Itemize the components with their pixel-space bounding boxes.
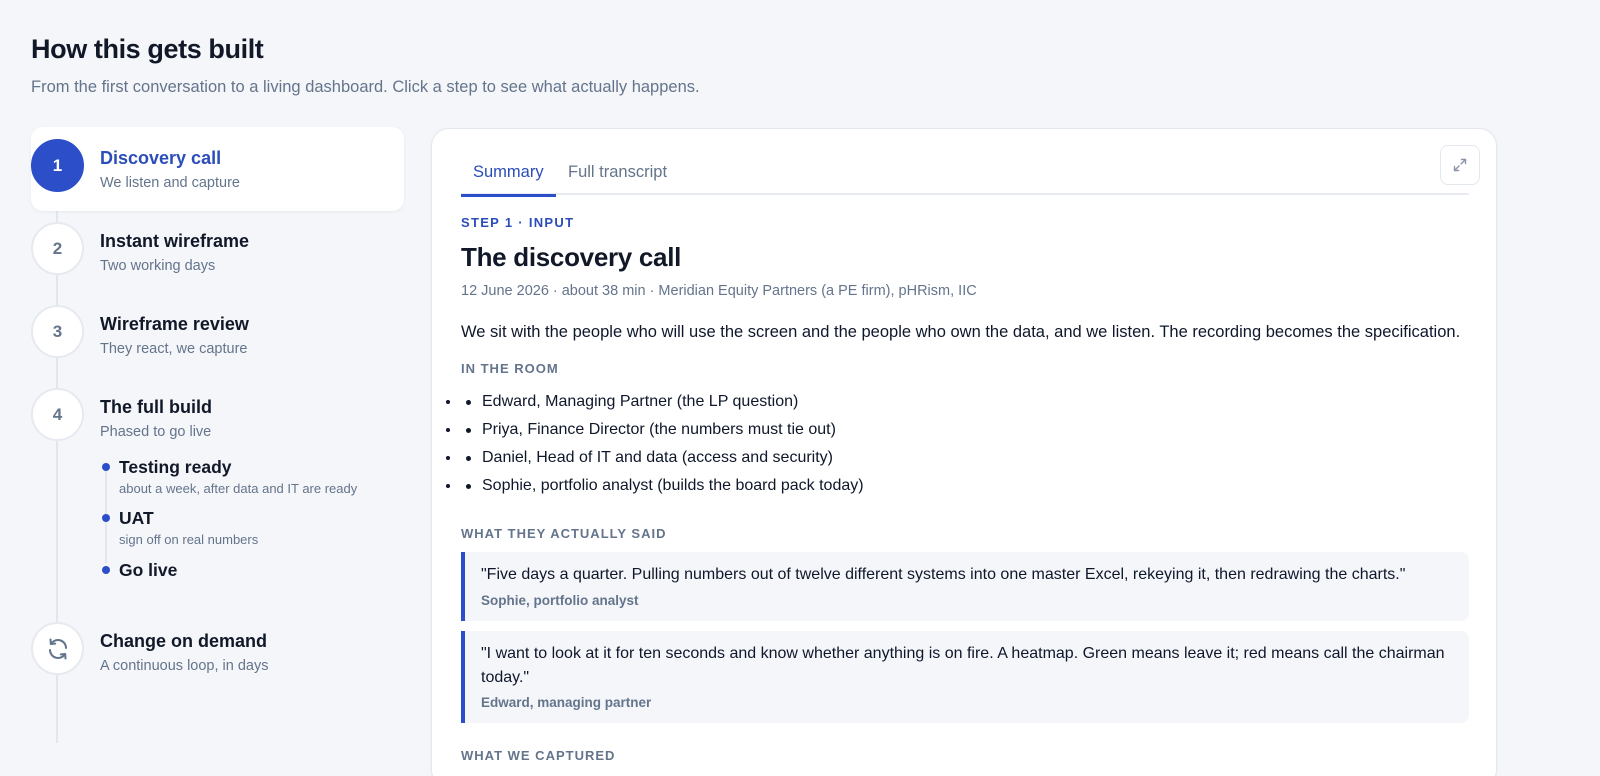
list-item: Daniel, Head of IT and data (access and … bbox=[461, 444, 1361, 472]
meeting-participants: Meridian Equity Partners (a PE firm), pH… bbox=[658, 283, 977, 299]
page: How this gets built From the first conve… bbox=[0, 0, 1600, 776]
step-detail-panel: Summary Full transcript STEP 1 · INPUT T… bbox=[431, 128, 1497, 776]
substep-dot bbox=[102, 463, 110, 471]
tab-full-transcript[interactable]: Full transcript bbox=[556, 163, 679, 195]
substep-title: UAT bbox=[119, 508, 154, 528]
step-title: Instant wireframe bbox=[100, 231, 250, 251]
tab-summary[interactable]: Summary bbox=[461, 163, 556, 197]
step-number: 2 bbox=[31, 222, 84, 275]
step-title: Discovery call bbox=[100, 148, 222, 168]
quote-card: "I want to look at it for ten seconds an… bbox=[461, 631, 1469, 723]
step-title: Change on demand bbox=[100, 631, 268, 651]
step-wireframe-review[interactable]: 3 Wireframe review They react, we captur… bbox=[31, 293, 404, 377]
step-number: 4 bbox=[31, 388, 84, 441]
step-description: Phased to go live bbox=[100, 424, 212, 440]
step-eyebrow: STEP 1 · INPUT bbox=[461, 215, 575, 230]
in-the-room-label: IN THE ROOM bbox=[461, 361, 559, 376]
step-number: 1 bbox=[31, 139, 84, 192]
detail-lead: We sit with the people who will use the … bbox=[461, 323, 1461, 341]
quote-card: "Five days a quarter. Pulling numbers ou… bbox=[461, 552, 1469, 621]
substep-dot bbox=[102, 566, 110, 574]
attendee-list: Edward, Managing Partner (the LP questio… bbox=[461, 388, 1361, 500]
captured-label: WHAT WE CAPTURED bbox=[461, 748, 616, 763]
meeting-meta: 12 June 2026 · about 38 min · Meridian Equit… bbox=[461, 283, 977, 299]
step-change-on-demand[interactable]: Change on demand A continuous loop, in d… bbox=[31, 610, 404, 694]
substep-dot bbox=[102, 514, 110, 522]
step-discovery-call[interactable]: 1 Discovery call We listen and capture bbox=[31, 127, 404, 211]
list-item: Priya, Finance Director (the numbers mus… bbox=[461, 416, 1361, 444]
step-description: Two working days bbox=[100, 258, 216, 274]
substep-title: Testing ready bbox=[119, 457, 232, 477]
full-build-substeps: Testing ready about a week, after data a… bbox=[100, 457, 400, 587]
step-instant-wireframe[interactable]: 2 Instant wireframe Two working days bbox=[31, 210, 404, 294]
page-subtitle: From the first conversation to a living … bbox=[31, 78, 700, 96]
step-number: 3 bbox=[31, 305, 84, 358]
meeting-duration: about 38 min bbox=[561, 283, 646, 299]
process-stepper: 1 Discovery call We listen and capture 2… bbox=[31, 127, 404, 743]
substep-title: Go live bbox=[119, 560, 178, 580]
detail-tabs: Summary Full transcript bbox=[461, 153, 1469, 197]
step-full-build[interactable]: 4 The full build Phased to go live bbox=[31, 376, 404, 460]
meeting-date: 12 June 2026 bbox=[461, 283, 549, 299]
substep-description: about a week, after data and IT are read… bbox=[119, 481, 358, 496]
quote-text: "I want to look at it for ten seconds an… bbox=[481, 645, 1445, 686]
substep-description: sign off on real numbers bbox=[119, 532, 259, 547]
step-description: They react, we capture bbox=[100, 341, 248, 357]
list-item: Sophie, portfolio analyst (builds the bo… bbox=[461, 472, 1361, 500]
quote-text: "Five days a quarter. Pulling numbers ou… bbox=[481, 566, 1406, 583]
page-title: How this gets built bbox=[31, 34, 264, 64]
step-description: A continuous loop, in days bbox=[100, 658, 269, 674]
detail-title: The discovery call bbox=[461, 242, 682, 272]
refresh-icon bbox=[31, 622, 84, 675]
step-title: The full build bbox=[100, 397, 212, 417]
step-description: We listen and capture bbox=[100, 175, 240, 191]
quotes-label: WHAT THEY ACTUALLY SAID bbox=[461, 526, 667, 541]
quote-author: Edward, managing partner bbox=[481, 695, 652, 710]
step-title: Wireframe review bbox=[100, 314, 249, 334]
list-item: Edward, Managing Partner (the LP questio… bbox=[461, 388, 1361, 416]
quote-author: Sophie, portfolio analyst bbox=[481, 592, 639, 608]
